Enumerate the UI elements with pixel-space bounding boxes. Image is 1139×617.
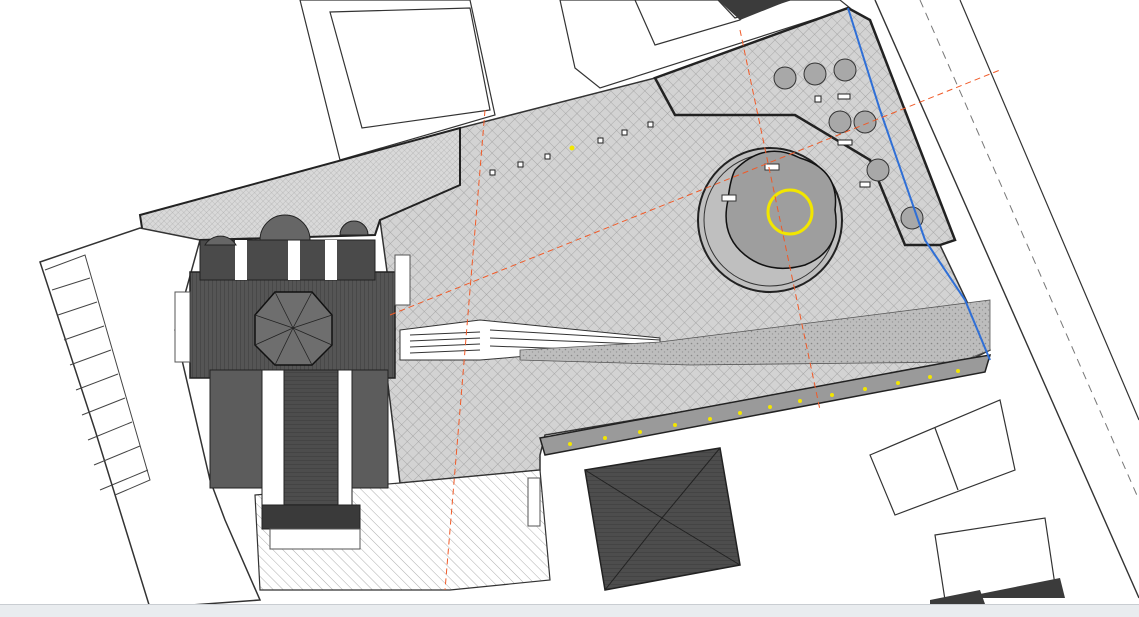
site-plan-drawing — [39, 0, 1139, 609]
tree-symbol — [773, 66, 797, 90]
bottom-scroll-strip — [0, 604, 1139, 617]
circular-plaza — [697, 147, 843, 293]
bench-lower — [527, 477, 541, 527]
buildings-lower-right — [869, 399, 1056, 601]
building-lower-center — [584, 447, 741, 591]
